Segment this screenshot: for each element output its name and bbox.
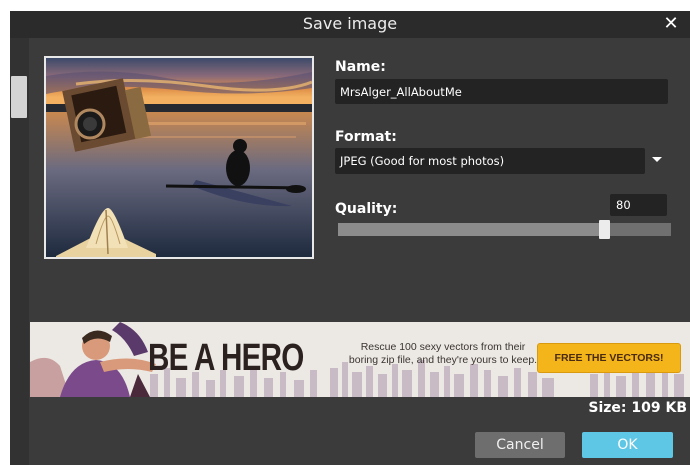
- name-label: Name:: [335, 59, 386, 75]
- cancel-button[interactable]: Cancel: [475, 432, 565, 458]
- save-image-dialog: Save image ✕ Name: MrsAlger_AllAboutMe F…: [10, 11, 690, 465]
- scrollbar[interactable]: [10, 38, 29, 465]
- scrollbar-thumb[interactable]: [11, 76, 27, 118]
- image-preview: [44, 56, 314, 259]
- quality-slider-fill: [338, 223, 604, 236]
- quality-label: Quality:: [335, 201, 398, 217]
- ad-headline: BE A HERO: [148, 337, 304, 379]
- name-input[interactable]: MrsAlger_AllAboutMe: [335, 79, 668, 104]
- close-icon[interactable]: ✕: [661, 13, 681, 35]
- quality-slider-handle[interactable]: [599, 220, 610, 239]
- chevron-down-icon[interactable]: [652, 157, 662, 162]
- format-select[interactable]: JPEG (Good for most photos): [335, 148, 645, 174]
- quality-slider[interactable]: [338, 220, 671, 239]
- file-size-label: Size: 109 KB: [588, 400, 687, 416]
- format-label: Format:: [335, 129, 397, 145]
- dialog-titlebar[interactable]: Save image ✕: [10, 11, 690, 38]
- quality-value-input[interactable]: 80: [610, 194, 667, 216]
- ad-description: Rescue 100 sexy vectors from their borin…: [348, 341, 538, 366]
- ok-button[interactable]: OK: [582, 432, 673, 458]
- preview-collage: [46, 58, 312, 257]
- dialog-title: Save image: [302, 14, 398, 33]
- free-vectors-button[interactable]: FREE THE VECTORS!: [538, 344, 680, 372]
- ad-banner[interactable]: BE A HERO Rescue 100 sexy vectors from t…: [30, 322, 690, 397]
